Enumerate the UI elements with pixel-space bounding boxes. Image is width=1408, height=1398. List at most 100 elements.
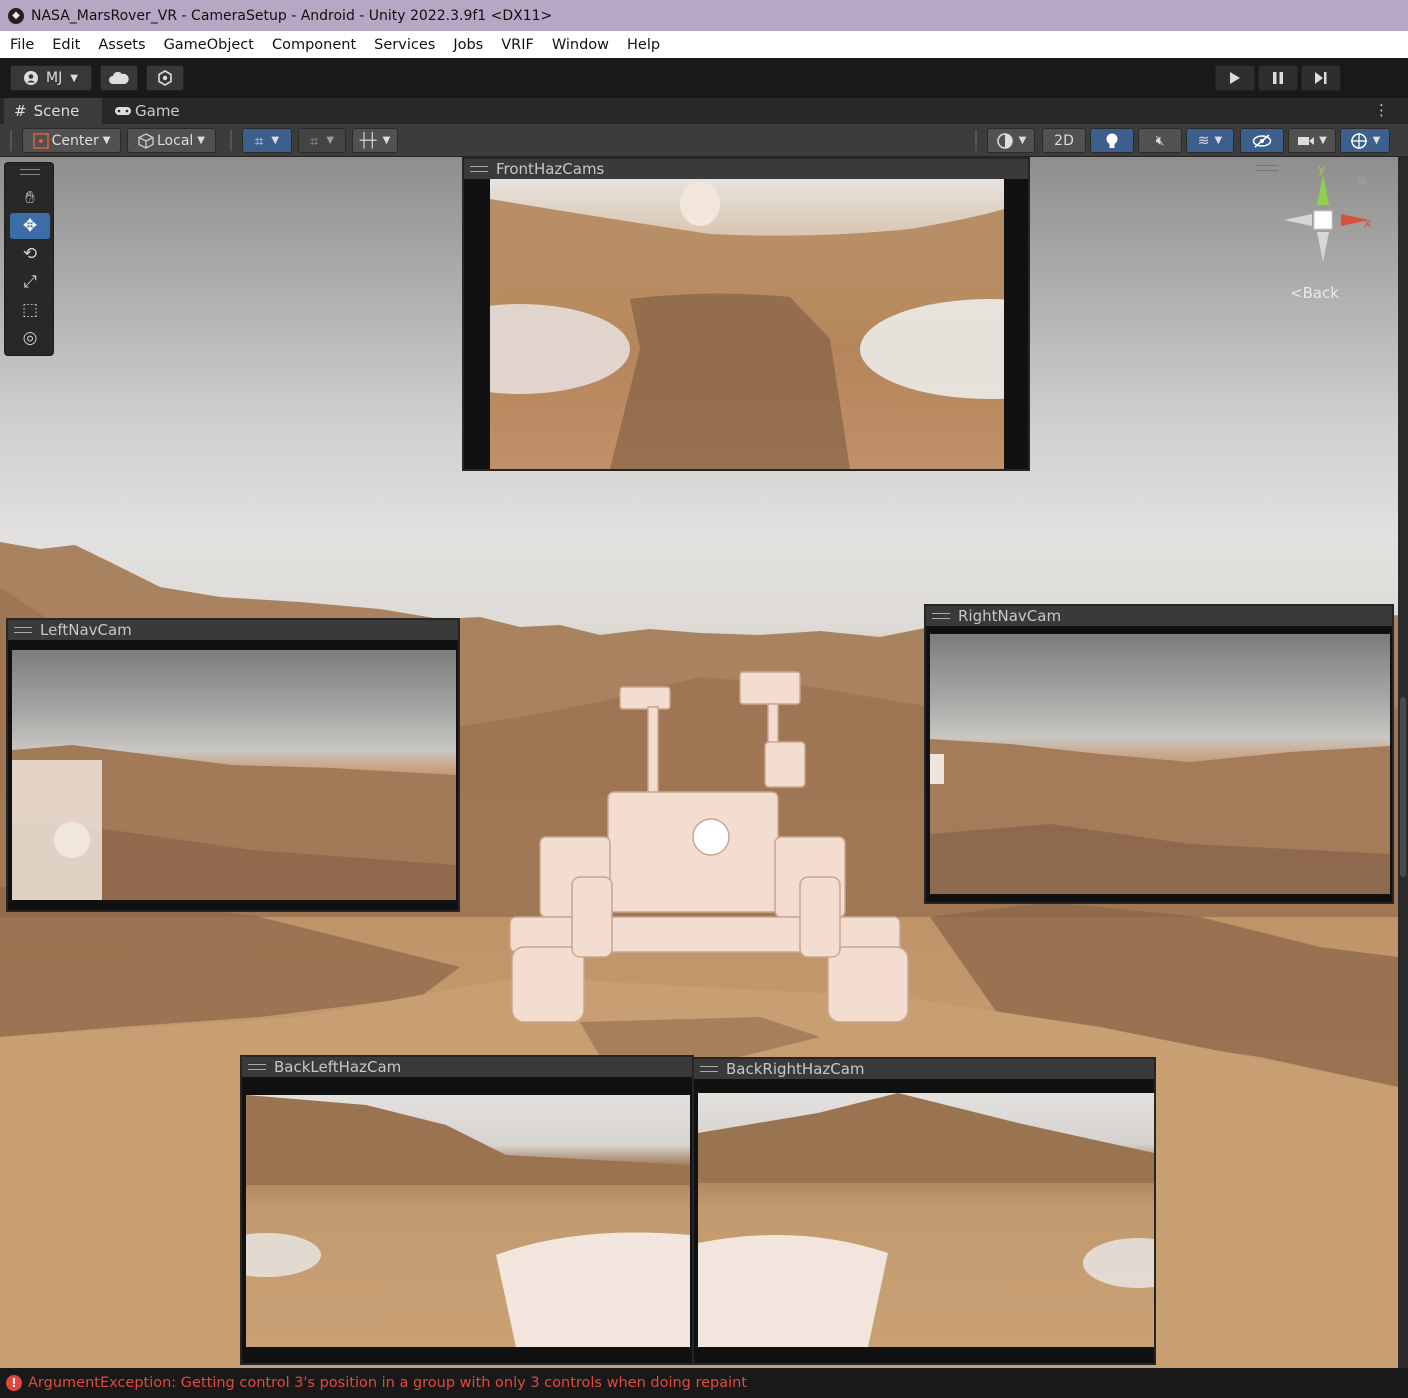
drag-handle-icon[interactable] — [248, 1064, 266, 1070]
drag-handle-icon[interactable] — [14, 627, 32, 633]
camera-preview-header[interactable]: LeftNavCam — [8, 620, 458, 640]
scene-visibility-toggle[interactable] — [1240, 128, 1284, 153]
menu-component[interactable]: Component — [272, 37, 356, 53]
rect-tool-button[interactable]: ⬚ — [10, 297, 50, 323]
grid-snap-icon: ⌗ — [254, 131, 264, 150]
camera-preview-title: FrontHazCams — [496, 160, 605, 178]
scale-tool-button[interactable]: ⤢ — [10, 269, 50, 295]
tab-game[interactable]: Game — [104, 98, 194, 124]
camera-preview-back-right-hazcam[interactable]: BackRightHazCam — [692, 1057, 1156, 1365]
chevron-down-icon: ▼ — [382, 135, 391, 146]
camera-render-right-nav — [930, 634, 1390, 894]
drag-handle-icon[interactable] — [20, 169, 40, 175]
orientation-gizmo[interactable]: y x <Back — [1256, 162, 1384, 312]
camera-render-left-nav — [12, 650, 456, 900]
scene-view-viewport[interactable]: FrontHazCams LeftNavCam RightNavCam Back… — [0, 157, 1398, 1368]
pivot-mode-label: Center — [51, 132, 99, 149]
gizmo-globe-icon — [1350, 132, 1367, 149]
snap-increment-icon: ⌗ — [309, 131, 319, 150]
chevron-down-icon: ▼ — [197, 135, 205, 146]
camera-preview-title: RightNavCam — [958, 607, 1062, 625]
view-direction-label[interactable]: <Back — [1290, 284, 1339, 302]
play-icon — [1230, 72, 1240, 84]
camera-render-back-right — [698, 1093, 1154, 1347]
back-right-hazcam-render — [698, 1093, 1154, 1347]
menu-assets[interactable]: Assets — [98, 37, 145, 53]
effects-dropdown[interactable]: ≋ ▼ — [1186, 128, 1234, 153]
menu-window[interactable]: Window — [552, 37, 609, 53]
camera-preview-header[interactable]: BackLeftHazCam — [242, 1057, 692, 1077]
chevron-down-icon: ▼ — [1319, 135, 1327, 146]
drag-handle-icon[interactable] — [932, 613, 950, 619]
pivot-mode-dropdown[interactable]: Center ▼ — [22, 128, 121, 153]
camera-preview-right-navcam[interactable]: RightNavCam — [924, 604, 1394, 904]
editor-tabstrip: # Scene Game ⋮ — [0, 98, 1408, 124]
scene-scrollbar[interactable] — [1398, 157, 1408, 1368]
increment-snap-toggle[interactable]: ⌗ ▼ — [298, 128, 346, 153]
toggle-2d-button[interactable]: 2D — [1042, 128, 1086, 153]
draw-mode-dropdown[interactable]: ▼ — [987, 128, 1035, 153]
grid-hash-icon: # — [14, 102, 27, 120]
transform-tool-button[interactable]: ◎ — [10, 325, 50, 351]
menu-bar: File Edit Assets GameObject Component Se… — [0, 31, 1408, 58]
pause-button[interactable] — [1258, 65, 1298, 91]
camera-preview-front-hazcams[interactable]: FrontHazCams — [462, 157, 1030, 471]
audio-toggle[interactable]: 🔇︎ — [1138, 128, 1182, 153]
window-title: NASA_MarsRover_VR - CameraSetup - Androi… — [31, 7, 553, 24]
step-button[interactable] — [1301, 65, 1341, 91]
tab-scene[interactable]: # Scene — [4, 98, 102, 124]
rotate-tool-button[interactable]: ⟲ — [10, 241, 50, 267]
transform-icon: ◎ — [22, 328, 38, 348]
lightbulb-icon — [1106, 133, 1118, 148]
chevron-down-icon: ▼ — [271, 135, 280, 146]
menu-jobs[interactable]: Jobs — [453, 37, 483, 53]
menu-help[interactable]: Help — [627, 37, 660, 53]
menu-vrif[interactable]: VRIF — [501, 37, 534, 53]
y-axis-label: y — [1318, 162, 1326, 176]
chevron-down-icon: ▼ — [1214, 135, 1223, 146]
cloud-button[interactable] — [100, 65, 138, 91]
camera-preview-title: BackRightHazCam — [726, 1060, 865, 1078]
menu-file[interactable]: File — [10, 37, 34, 53]
console-error-message[interactable]: ArgumentException: Getting control 3's p… — [28, 1375, 747, 1391]
camera-preview-header[interactable]: RightNavCam — [926, 606, 1392, 626]
gamepad-icon — [115, 107, 131, 115]
play-button[interactable] — [1215, 65, 1255, 91]
camera-preview-header[interactable]: BackRightHazCam — [694, 1059, 1154, 1079]
drag-handle-icon[interactable] — [1256, 165, 1278, 171]
camera-settings-dropdown[interactable]: ▼ — [1288, 128, 1336, 153]
scrollbar-thumb[interactable] — [1400, 697, 1406, 877]
camera-preview-left-navcam[interactable]: LeftNavCam — [6, 618, 460, 912]
camera-preview-header[interactable]: FrontHazCams — [464, 159, 1028, 179]
scene-toolbar: Center ▼ Local ▼ ⌗ ▼ ⌗ ▼ ┼┼ ▼ ▼ 2D 🔇︎ ≋ … — [0, 124, 1408, 157]
account-button[interactable]: MJ ▼ — [10, 65, 92, 91]
ruler-snap-dropdown[interactable]: ┼┼ ▼ — [352, 128, 398, 153]
right-navcam-render — [930, 739, 1390, 894]
drag-handle-icon[interactable] — [700, 1066, 718, 1072]
status-bar[interactable]: ! ArgumentException: Getting control 3's… — [0, 1368, 1408, 1398]
drag-handle-icon[interactable] — [470, 166, 488, 172]
shaded-sphere-icon — [996, 132, 1013, 149]
lighting-toggle[interactable] — [1090, 128, 1134, 153]
pivot-rotation-dropdown[interactable]: Local ▼ — [127, 128, 216, 153]
camera-render-front — [490, 179, 1004, 469]
menu-services[interactable]: Services — [374, 37, 435, 53]
menu-edit[interactable]: Edit — [52, 37, 80, 53]
audio-muted-icon: 🔇︎ — [1155, 132, 1165, 149]
gizmos-dropdown[interactable]: ▼ — [1340, 128, 1390, 153]
grid-snap-toggle[interactable]: ⌗ ▼ — [242, 128, 292, 153]
left-navcam-render — [12, 745, 456, 900]
rotate-icon: ⟲ — [22, 244, 38, 264]
eye-hidden-icon — [1252, 133, 1272, 148]
chevron-down-icon: ▼ — [102, 135, 111, 146]
camera-preview-back-left-hazcam[interactable]: BackLeftHazCam — [240, 1055, 694, 1365]
menu-gameobject[interactable]: GameObject — [164, 37, 254, 53]
camera-render-back-left — [246, 1095, 690, 1347]
hand-tool-button[interactable]: ✋︎ — [10, 185, 50, 211]
collab-button[interactable] — [146, 65, 184, 91]
chevron-down-icon: ▼ — [1372, 135, 1381, 146]
cloud-icon — [109, 72, 129, 84]
move-tool-button[interactable]: ✥ — [10, 213, 50, 239]
more-options-icon[interactable]: ⋮ — [1374, 101, 1389, 121]
effects-layers-icon: ≋ — [1197, 132, 1210, 149]
